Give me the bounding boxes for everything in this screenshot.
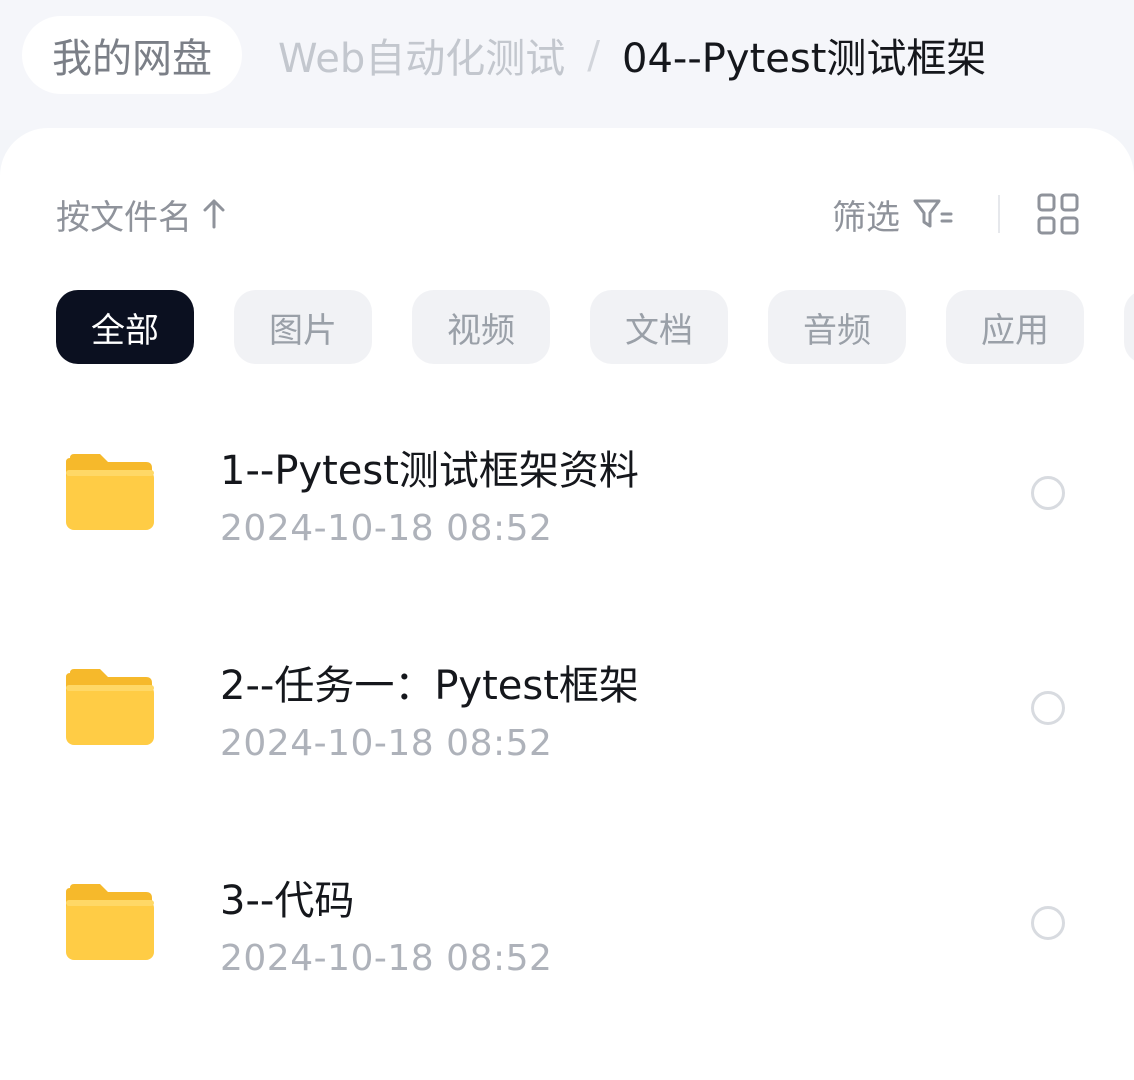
file-date: 2024-10-18 08:52 xyxy=(220,723,553,764)
breadcrumb-parent[interactable]: Web自动化测试 xyxy=(278,26,565,84)
file-list: 1--Pytest测试框架资料 2024-10-18 08:52 2--任务一：… xyxy=(0,418,1134,1063)
file-name: 1--Pytest测试框架资料 xyxy=(220,448,639,494)
file-date: 2024-10-18 08:52 xyxy=(220,508,553,549)
select-radio[interactable] xyxy=(1031,691,1065,725)
tab-images[interactable]: 图片 xyxy=(234,290,372,364)
file-name: 3--代码 xyxy=(220,878,355,924)
grid-view-icon[interactable] xyxy=(1036,192,1080,236)
folder-icon xyxy=(66,669,154,745)
file-list-card: 按文件名 筛选 全部 图片 视频 文档 音频 应用 1--Pytest测试框架资… xyxy=(0,128,1134,1080)
folder-icon xyxy=(66,454,154,530)
tab-audio[interactable]: 音频 xyxy=(768,290,906,364)
tab-all[interactable]: 全部 xyxy=(56,290,194,364)
file-browser-page: 我的网盘 Web自动化测试 / 04--Pytest测试框架 按文件名 筛选 全… xyxy=(0,0,1134,1080)
tab-documents[interactable]: 文档 xyxy=(590,290,728,364)
file-name: 2--任务一：Pytest框架 xyxy=(220,663,639,709)
breadcrumb-current: 04--Pytest测试框架 xyxy=(622,36,987,82)
breadcrumb: 我的网盘 Web自动化测试 / 04--Pytest测试框架 xyxy=(22,16,1114,94)
sort-toolbar: 按文件名 筛选 xyxy=(56,188,1080,240)
list-item[interactable]: 1--Pytest测试框架资料 2024-10-18 08:52 xyxy=(0,418,1134,633)
arrow-up-icon xyxy=(203,199,225,229)
list-item[interactable]: 2--任务一：Pytest框架 2024-10-18 08:52 xyxy=(0,633,1134,848)
breadcrumb-root[interactable]: 我的网盘 xyxy=(22,16,242,94)
tab-apps[interactable]: 应用 xyxy=(946,290,1084,364)
select-radio[interactable] xyxy=(1031,906,1065,940)
select-radio[interactable] xyxy=(1031,476,1065,510)
sort-button[interactable]: 按文件名 xyxy=(56,190,226,239)
toolbar-divider xyxy=(998,195,1000,233)
filter-button[interactable]: 筛选 xyxy=(832,190,954,239)
filter-icon xyxy=(913,199,953,228)
tab-more[interactable] xyxy=(1124,290,1134,364)
sort-label: 按文件名 xyxy=(56,197,192,238)
folder-icon xyxy=(66,884,154,960)
list-item[interactable]: 3--代码 2024-10-18 08:52 xyxy=(0,848,1134,1063)
breadcrumb-separator: / xyxy=(587,33,601,77)
tab-videos[interactable]: 视频 xyxy=(412,290,550,364)
category-tabs: 全部 图片 视频 文档 音频 应用 xyxy=(56,290,1134,364)
file-date: 2024-10-18 08:52 xyxy=(220,938,553,979)
filter-label: 筛选 xyxy=(832,197,900,238)
